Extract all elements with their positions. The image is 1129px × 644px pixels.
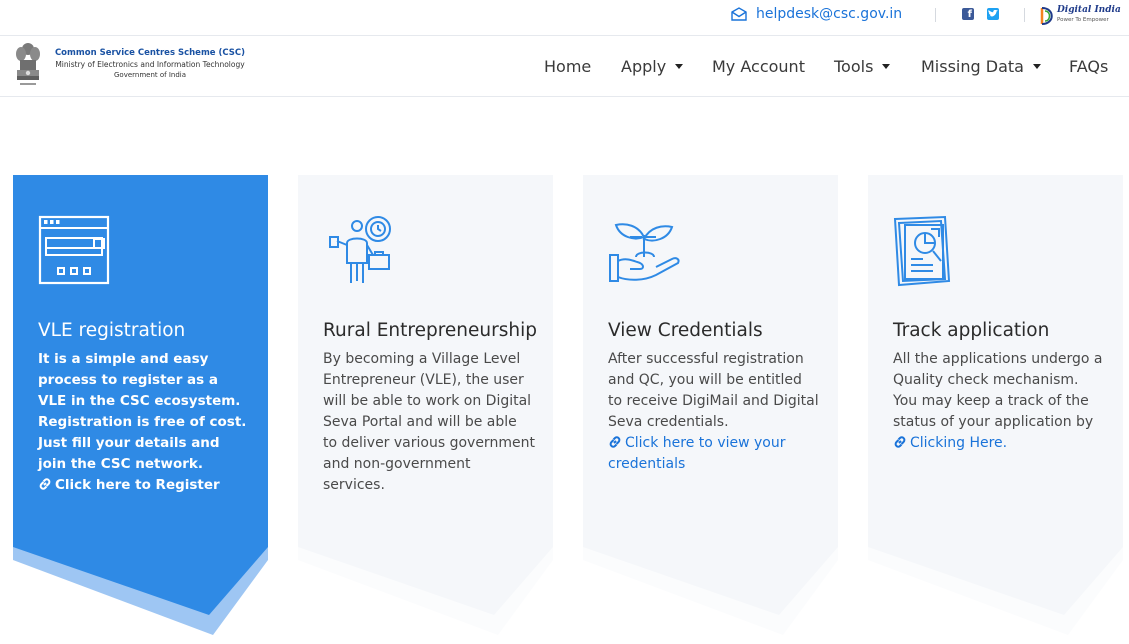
top-bar: helpdesk@csc.gov.in f Digital India Powe… [0,0,1129,36]
caret-down-icon [675,63,684,69]
view-credentials-link-text: Click here to view your credentials [608,435,786,472]
envelope-icon [731,7,747,21]
card-description-text: All the applications undergo a Quality c… [893,351,1103,430]
card-title: Rural Entrepreneurship [323,320,537,341]
main-header: Common Service Centres Scheme (CSC) Mini… [0,36,1129,97]
card-title: Track application [893,320,1050,341]
nav-home[interactable]: Home [544,57,591,76]
view-credentials-link[interactable]: Click here to view your credentials [608,435,785,472]
card-description: By becoming a Village Level Entrepreneur… [323,349,535,496]
brand-ministry: Ministry of Electronics and Information … [55,60,245,69]
nav-home-label: Home [544,57,592,76]
card-description-text: After successful registration and QC, yo… [608,351,819,430]
card-view-credentials[interactable]: View Credentials After successful regist… [583,175,838,635]
card-rural-entrepreneurship[interactable]: Rural Entrepreneurship By becoming a Vil… [298,175,553,635]
nav-faqs[interactable]: FAQs [1069,57,1108,76]
digital-india-logo[interactable]: Digital India Power To Empower [1039,5,1121,27]
register-link[interactable]: Click here to Register [38,477,220,493]
nav-missing-data-label: Missing Data [921,57,1024,76]
nav-tools-dropdown[interactable]: Tools [834,57,891,76]
track-application-link-text: Clicking Here. [910,435,1008,451]
card-description: It is a simple and easy process to regis… [38,349,250,496]
card-description: After successful registration and QC, yo… [608,349,820,475]
helpdesk-email-link[interactable]: helpdesk@csc.gov.in [756,6,902,22]
divider [935,8,936,22]
chain-link-icon [894,436,906,448]
chain-link-icon [609,436,621,448]
card-description-text: It is a simple and easy process to regis… [38,351,247,472]
brand-text[interactable]: Common Service Centres Scheme (CSC) Mini… [44,48,256,81]
national-emblem-icon[interactable] [14,40,42,90]
nav-apply-dropdown[interactable]: Apply [621,57,684,76]
track-application-link[interactable]: Clicking Here. [893,435,1007,451]
plant-in-hand-icon [609,223,680,282]
card-title: View Credentials [608,320,763,341]
card-description: All the applications undergo a Quality c… [893,349,1105,454]
nav-faqs-label: FAQs [1069,57,1109,76]
nav-my-account-label: My Account [712,57,805,76]
nav-missing-data-dropdown[interactable]: Missing Data [921,57,1041,76]
digital-india-mark-icon [1040,7,1053,25]
card-title: VLE registration [38,320,186,341]
chain-link-icon [39,478,51,490]
entrepreneur-icon [329,216,391,283]
brand-scheme-name: Common Service Centres Scheme (CSC) [54,48,246,58]
card-track-application[interactable]: Track application All the applications u… [868,175,1123,635]
divider [1024,8,1025,22]
caret-down-icon [882,63,891,69]
browser-window-icon [38,215,110,285]
register-link-text: Click here to Register [55,477,220,493]
card-description-text: By becoming a Village Level Entrepreneur… [323,351,535,493]
nav-tools-label: Tools [834,57,874,76]
nav-apply-label: Apply [621,57,667,76]
report-document-icon [893,215,951,287]
caret-down-icon [1032,63,1041,69]
twitter-icon[interactable] [987,8,999,20]
digital-india-text: Digital India [1057,5,1121,15]
card-vle-registration[interactable]: VLE registration It is a simple and easy… [13,175,268,635]
nav-my-account[interactable]: My Account [712,57,805,76]
brand-government: Government of India [113,71,187,79]
facebook-icon[interactable]: f [962,8,974,20]
digital-india-tagline: Power To Empower [1057,17,1109,23]
